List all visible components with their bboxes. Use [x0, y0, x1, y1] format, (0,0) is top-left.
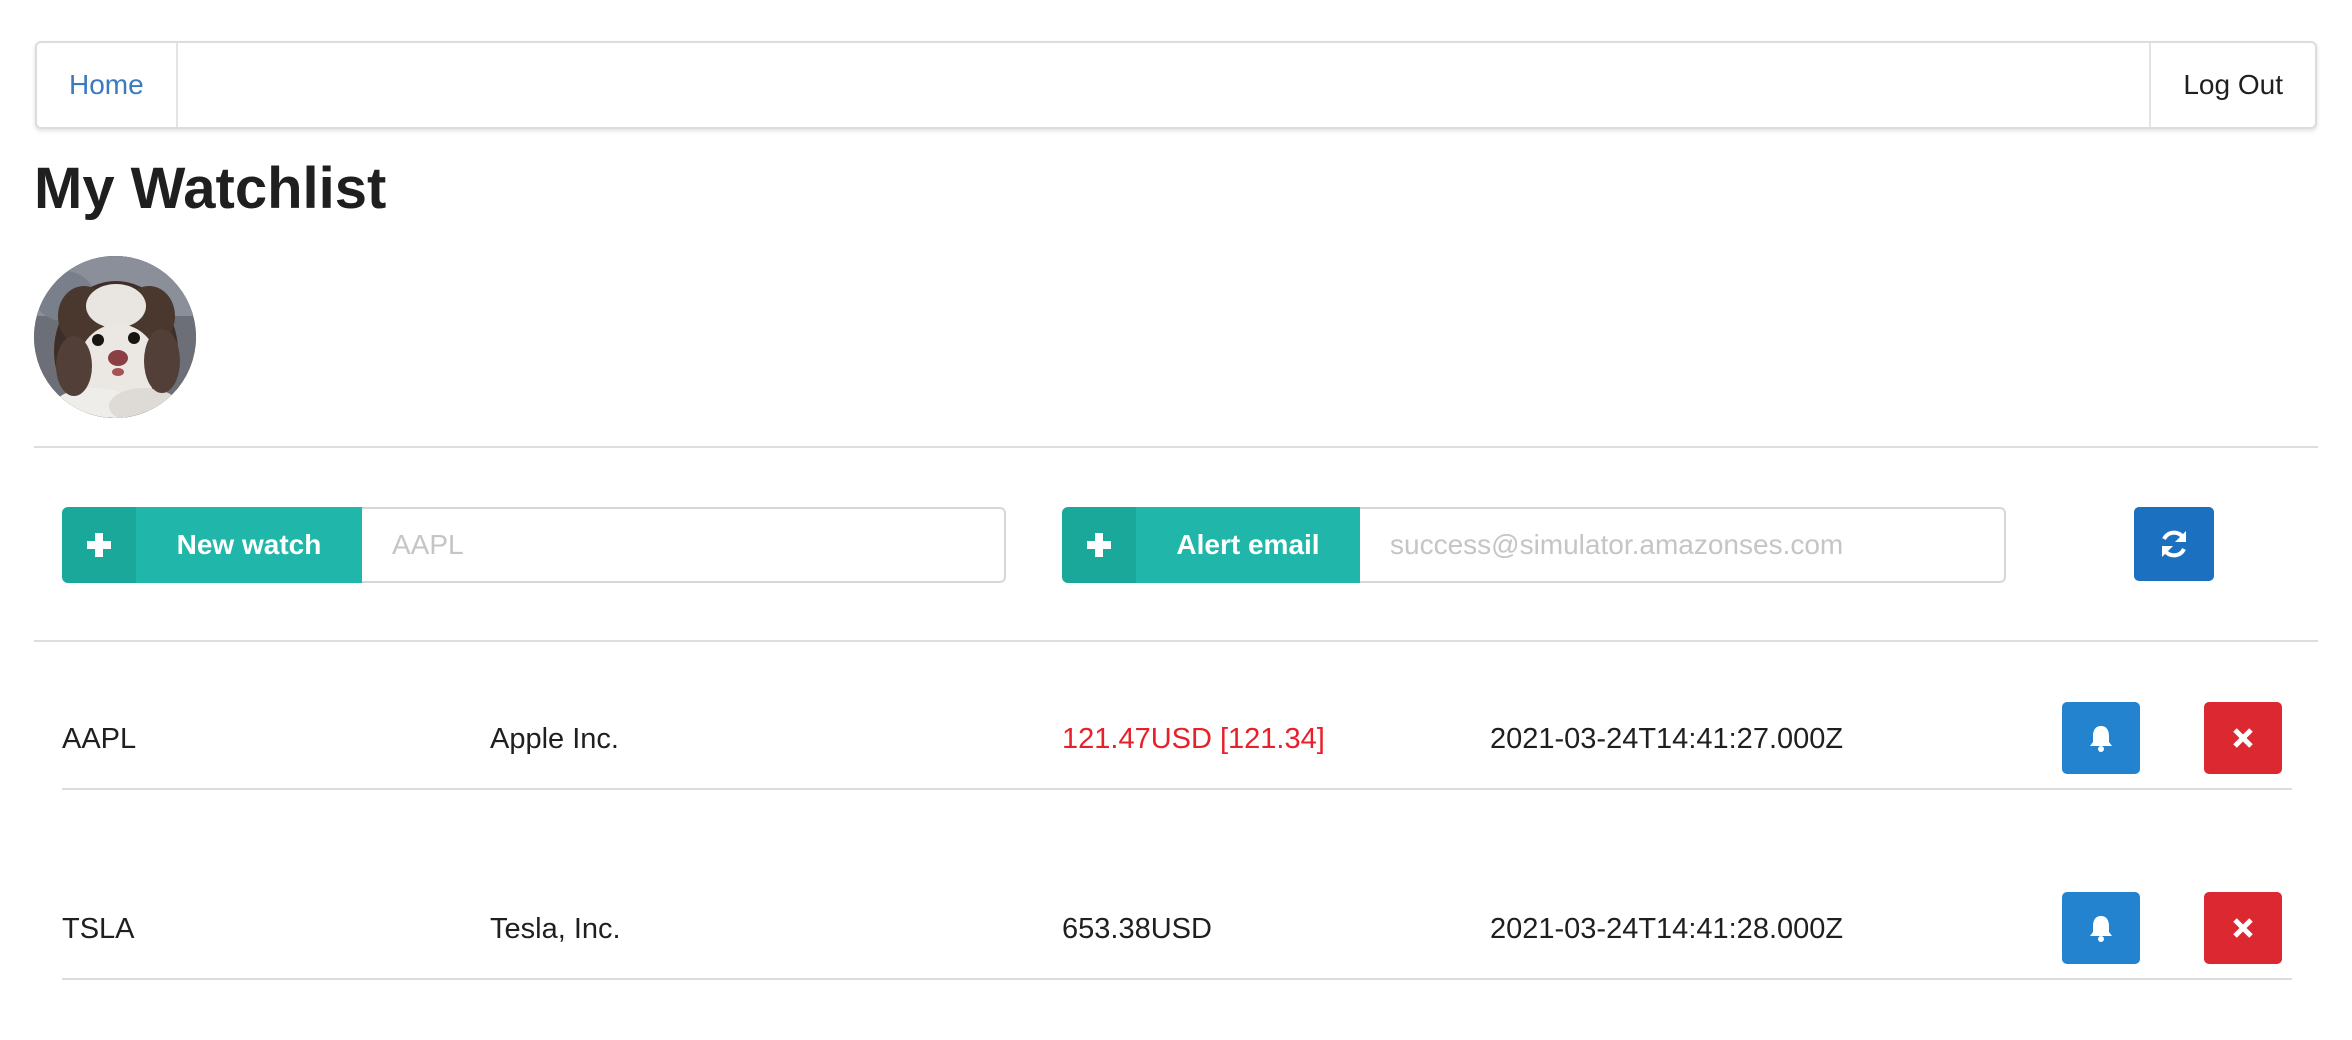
alert-email-button[interactable]: Alert email [1136, 507, 1360, 583]
delete-watch-button[interactable] [2204, 892, 2282, 964]
alert-email-input[interactable] [1360, 507, 2006, 583]
page-title: My Watchlist [34, 156, 387, 221]
refresh-button[interactable] [2134, 507, 2214, 581]
watch-company-name: Tesla, Inc. [490, 912, 621, 945]
new-watch-button[interactable]: New watch [136, 507, 362, 583]
plus-icon [1087, 533, 1111, 557]
logout-link[interactable]: Log Out [2149, 43, 2315, 127]
delete-watch-button[interactable] [2204, 702, 2282, 774]
watch-timestamp: 2021-03-24T14:41:27.000Z [1490, 722, 1844, 755]
bell-icon [2090, 726, 2112, 752]
table-row: AAPL Apple Inc. 121.47USD [121.34] 2021-… [62, 702, 2292, 790]
alert-bell-button[interactable] [2062, 702, 2140, 774]
divider-middle [34, 640, 2318, 642]
alert-email-group: Alert email [1062, 507, 2006, 583]
bell-icon [2090, 916, 2112, 942]
watch-symbol: TSLA [62, 912, 135, 945]
table-row: TSLA Tesla, Inc. 653.38USD 2021-03-24T14… [62, 892, 2292, 980]
refresh-icon [2162, 530, 2186, 558]
divider-top [34, 446, 2318, 448]
new-watch-input[interactable] [362, 507, 1006, 583]
close-icon [2233, 918, 2253, 938]
new-watch-plus-button[interactable] [62, 507, 136, 583]
top-menu: Home Log Out [35, 41, 2317, 129]
alert-email-plus-button[interactable] [1062, 507, 1136, 583]
watch-company-name: Apple Inc. [490, 722, 619, 755]
dog-avatar-image [34, 256, 196, 418]
watchlist-page: Home Log Out My Watchlist New watch AAPL… [0, 0, 2352, 1040]
watch-price: 121.47USD [121.34] [1062, 722, 1325, 755]
watch-symbol: AAPL [62, 722, 137, 755]
new-watch-group: New watch [62, 507, 1006, 583]
home-link[interactable]: Home [37, 43, 178, 127]
watch-timestamp: 2021-03-24T14:41:28.000Z [1490, 912, 1844, 945]
alert-bell-button[interactable] [2062, 892, 2140, 964]
menu-spacer [178, 43, 2150, 127]
watch-price: 653.38USD [1062, 912, 1212, 945]
avatar [34, 256, 196, 418]
close-icon [2233, 728, 2253, 748]
plus-icon [87, 533, 111, 557]
